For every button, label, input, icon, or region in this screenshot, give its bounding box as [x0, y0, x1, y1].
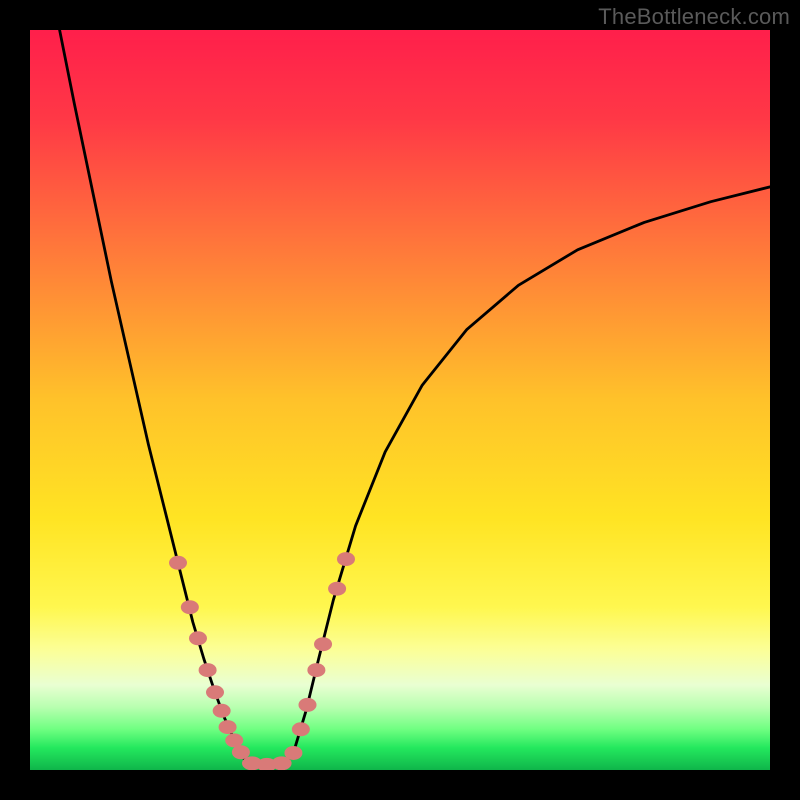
marker-left-dots	[181, 600, 199, 614]
marker-right-dots	[284, 746, 302, 760]
marker-left-dots	[189, 631, 207, 645]
marker-right-dots	[337, 552, 355, 566]
chart-svg	[30, 30, 770, 770]
chart-frame: TheBottleneck.com	[0, 0, 800, 800]
marker-left-dots	[213, 704, 231, 718]
marker-left-dots	[206, 685, 224, 699]
marker-right-dots	[314, 637, 332, 651]
plot-area	[30, 30, 770, 770]
marker-right-dots	[328, 582, 346, 596]
marker-left-dots	[219, 720, 237, 734]
marker-left-dots	[169, 556, 187, 570]
watermark-text: TheBottleneck.com	[598, 4, 790, 30]
marker-right-dots	[292, 722, 310, 736]
marker-right-dots	[307, 663, 325, 677]
gradient-background	[30, 30, 770, 770]
marker-right-dots	[299, 698, 317, 712]
marker-left-dots	[199, 663, 217, 677]
marker-left-dots	[232, 745, 250, 759]
